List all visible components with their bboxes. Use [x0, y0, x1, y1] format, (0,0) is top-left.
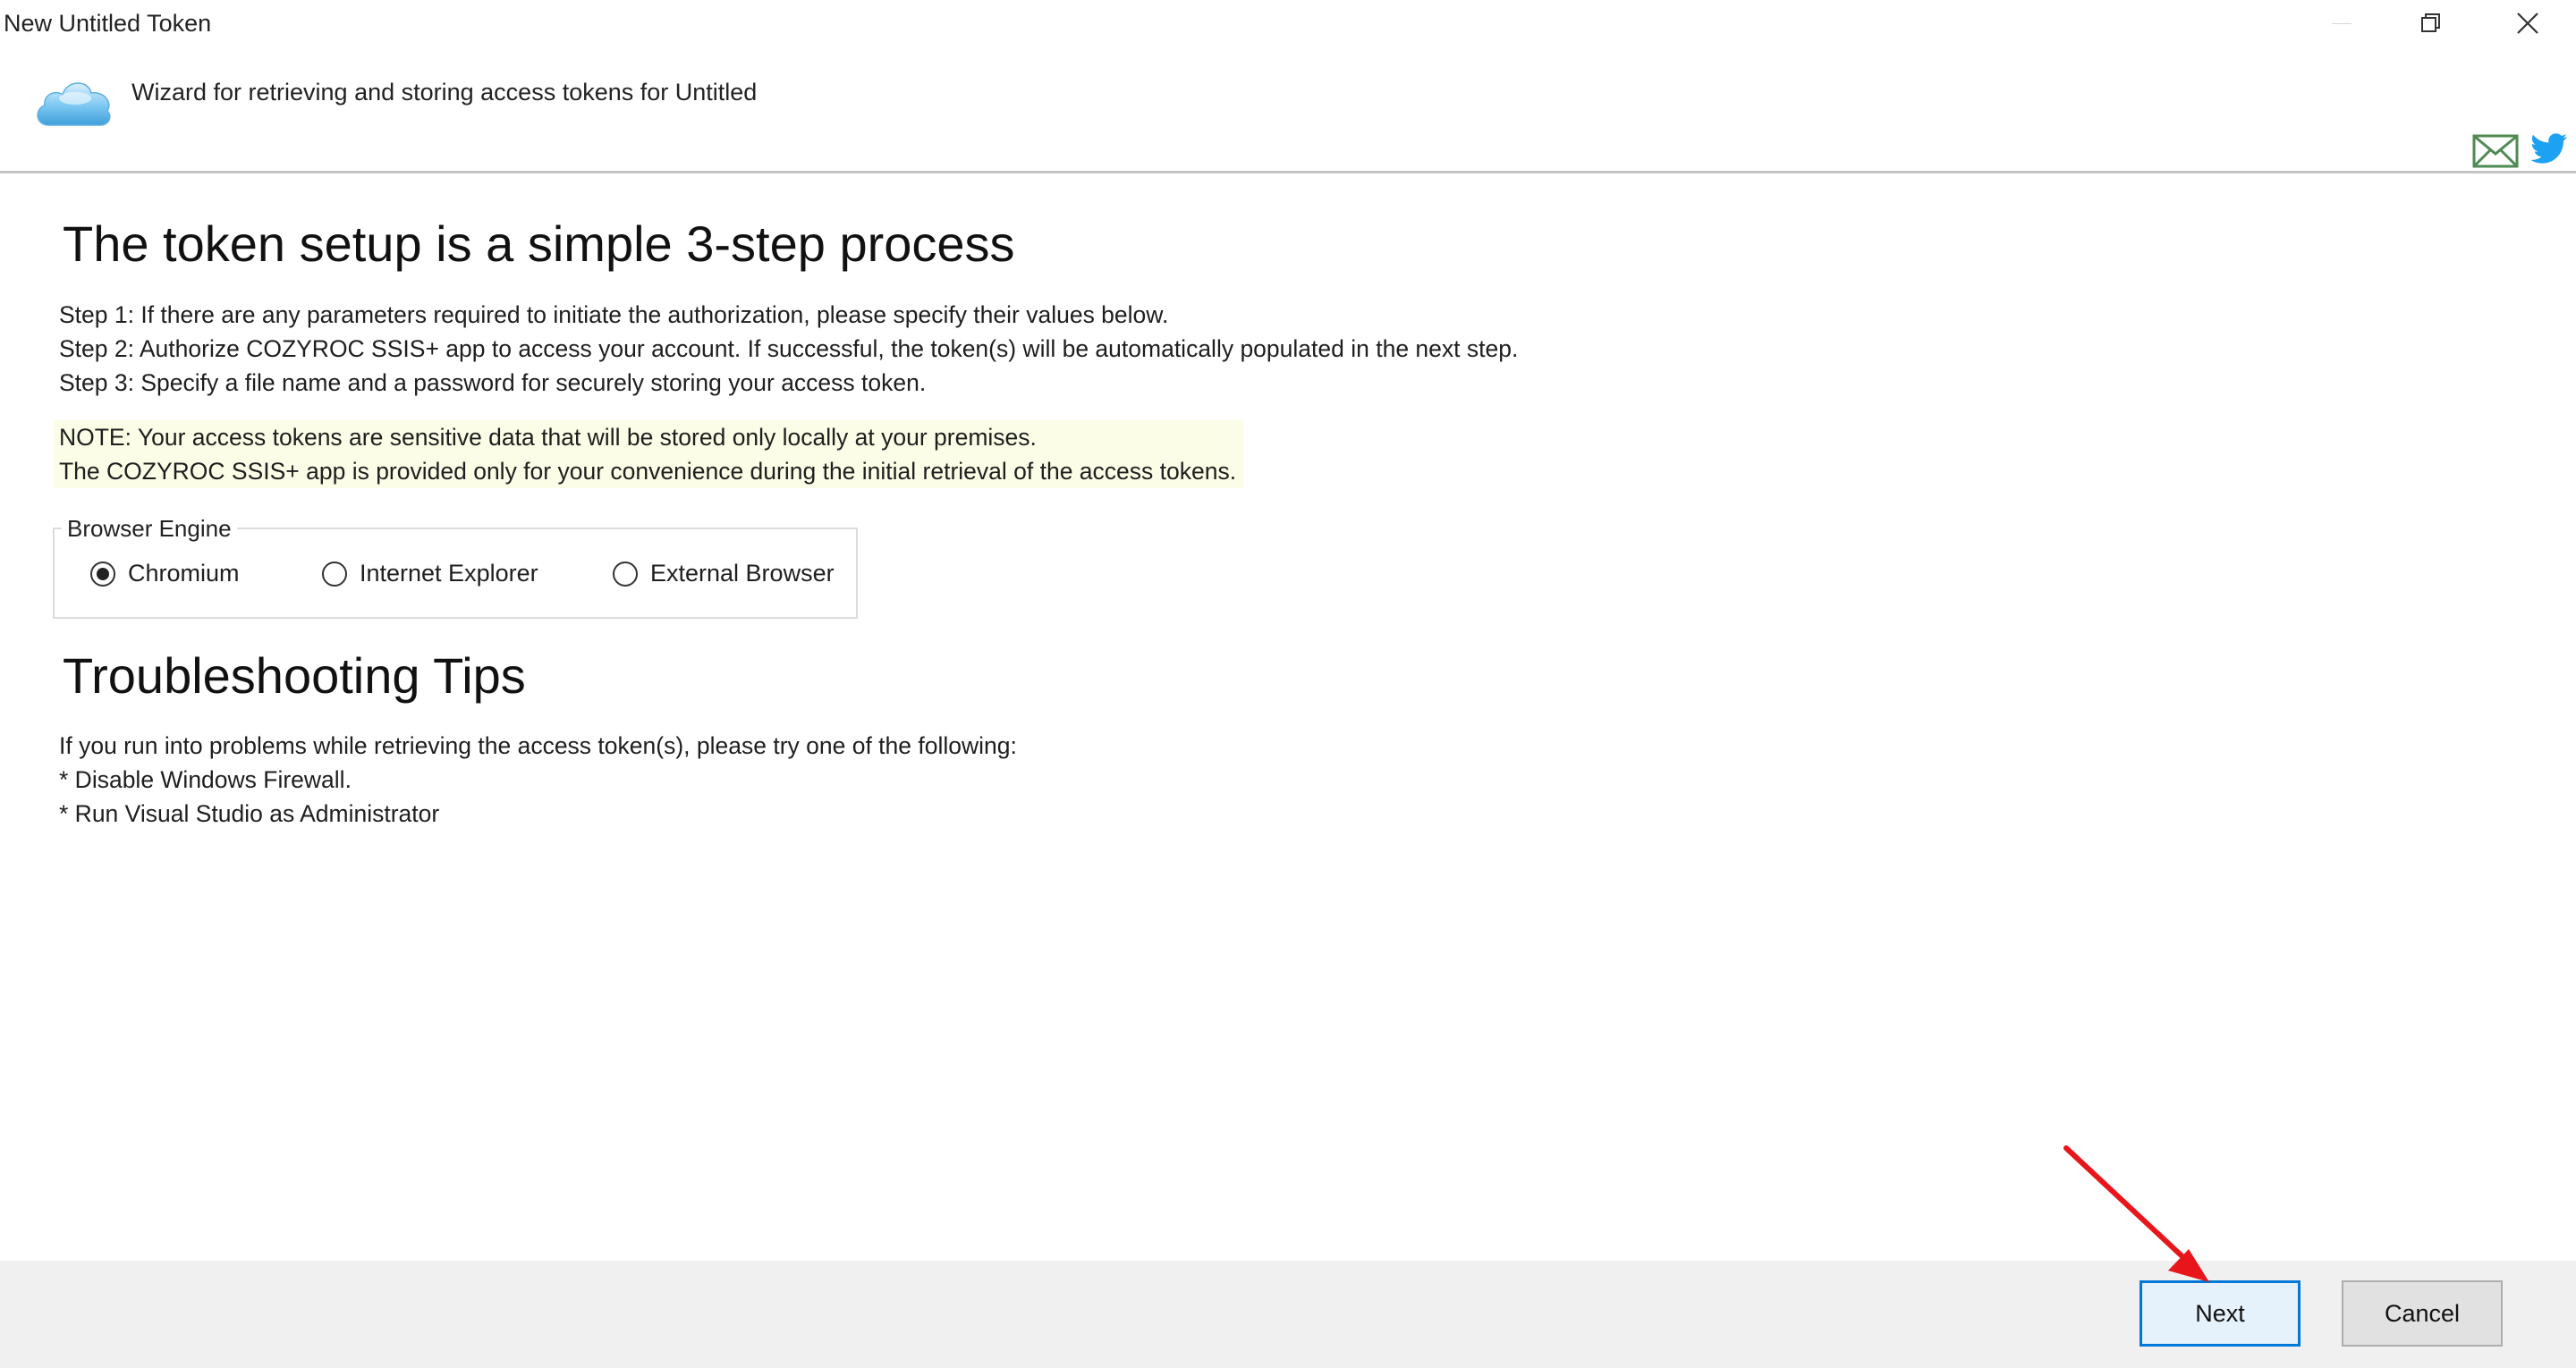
- radio-dot: [97, 567, 109, 580]
- close-icon: [2517, 13, 2538, 34]
- radio-label-external-browser: External Browser: [650, 560, 835, 587]
- browser-engine-legend: Browser Engine: [62, 515, 237, 543]
- step-1-text: Step 1: If there are any parameters requ…: [59, 301, 1169, 328]
- troubleshooting-tip-2: * Run Visual Studio as Administrator: [59, 800, 440, 827]
- troubleshooting-tip-1: * Disable Windows Firewall.: [59, 766, 352, 793]
- note-line-1: NOTE: Your access tokens are sensitive d…: [59, 424, 1037, 451]
- radio-circle[interactable]: [322, 561, 347, 587]
- note-line-2: The COZYROC SSIS+ app is provided only f…: [59, 458, 1237, 485]
- radio-circle-selected[interactable]: [90, 561, 115, 587]
- wizard-footer: Next Cancel: [0, 1261, 2576, 1368]
- radio-chromium[interactable]: Chromium: [90, 560, 240, 587]
- page-title: The token setup is a simple 3-step proce…: [63, 215, 1015, 272]
- wizard-header: Wizard for retrieving and storing access…: [0, 48, 2576, 173]
- browser-engine-group: Browser Engine Chromium Internet Explore…: [53, 515, 858, 619]
- step-2-text: Step 2: Authorize COZYROC SSIS+ app to a…: [59, 335, 1519, 362]
- radio-internet-explorer[interactable]: Internet Explorer: [322, 560, 538, 587]
- cloud-icon: [37, 82, 111, 126]
- cancel-button[interactable]: Cancel: [2342, 1280, 2503, 1347]
- troubleshooting-intro: If you run into problems while retrievin…: [59, 732, 1017, 759]
- sensitive-data-note: NOTE: Your access tokens are sensitive d…: [54, 420, 1243, 488]
- troubleshooting-heading: Troubleshooting Tips: [63, 647, 526, 704]
- minimize-button[interactable]: [2299, 0, 2385, 46]
- close-button[interactable]: [2485, 0, 2571, 46]
- title-bar: New Untitled Token: [0, 0, 2576, 48]
- restore-button[interactable]: [2388, 0, 2474, 46]
- step-3-text: Step 3: Specify a file name and a passwo…: [59, 369, 927, 396]
- window-title: New Untitled Token: [4, 10, 212, 37]
- radio-label-internet-explorer: Internet Explorer: [360, 560, 538, 587]
- radio-external-browser[interactable]: External Browser: [613, 560, 835, 587]
- radio-label-chromium: Chromium: [128, 560, 240, 587]
- next-button[interactable]: Next: [2140, 1280, 2301, 1347]
- minimize-icon: [2332, 22, 2351, 24]
- radio-circle[interactable]: [613, 561, 638, 587]
- restore-icon: [2421, 13, 2440, 32]
- wizard-subtitle: Wizard for retrieving and storing access…: [131, 79, 758, 106]
- twitter-icon[interactable]: [2531, 132, 2567, 165]
- mail-icon[interactable]: [2472, 134, 2519, 168]
